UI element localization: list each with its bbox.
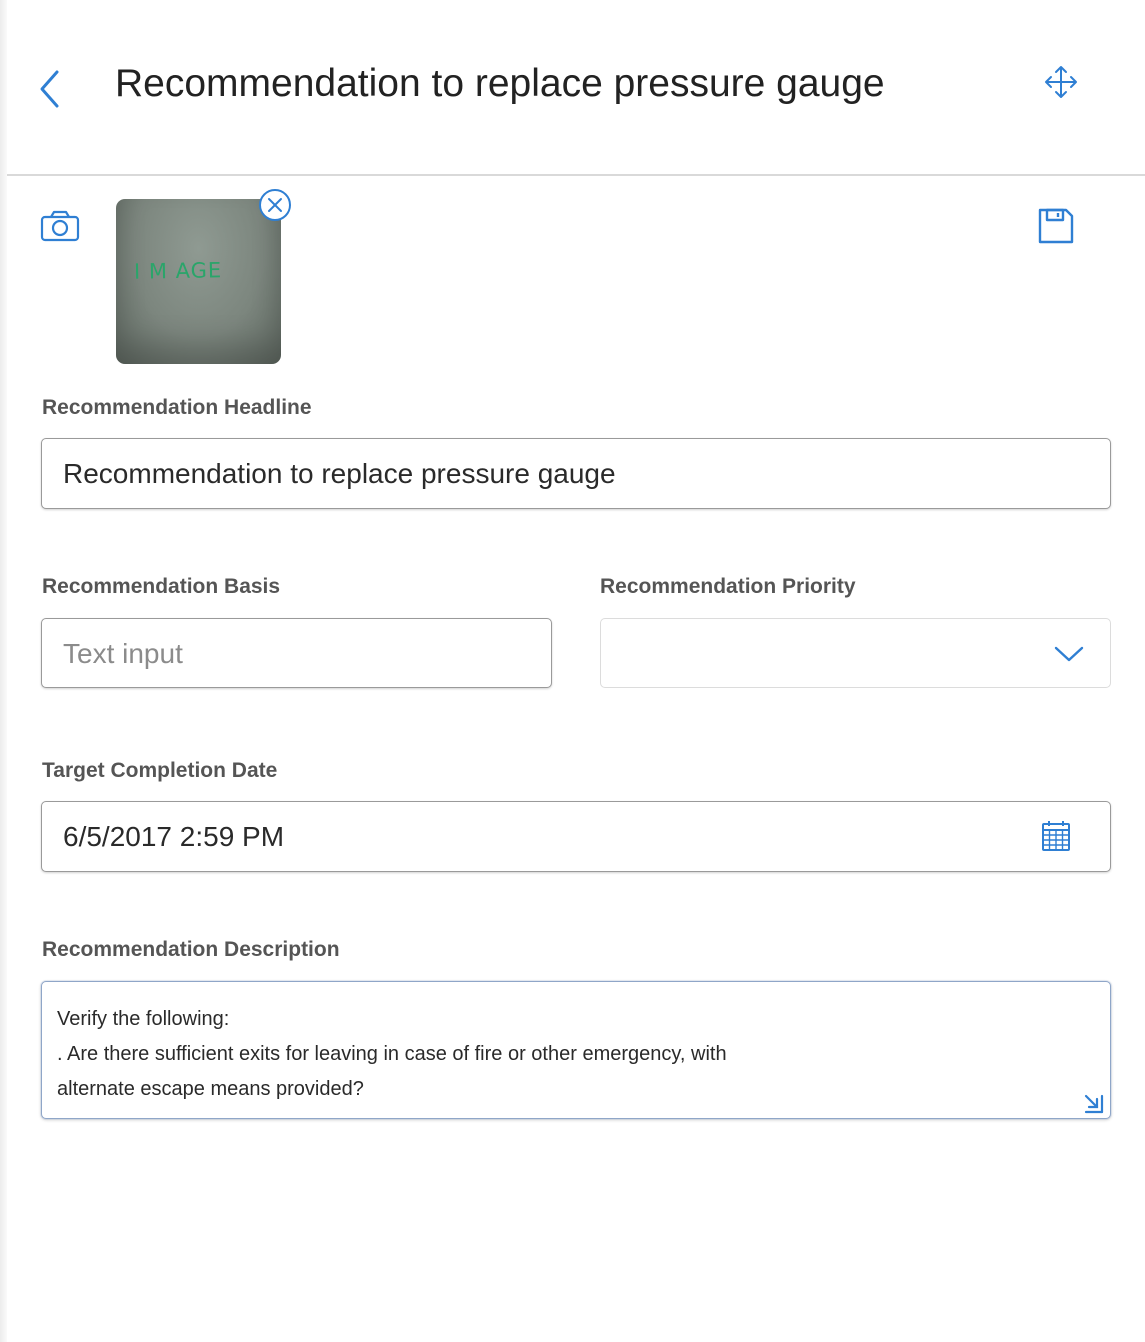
camera-icon: [40, 210, 80, 242]
back-button[interactable]: [33, 66, 73, 112]
basis-placeholder: Text input: [63, 638, 183, 669]
headline-input[interactable]: Recommendation to replace pressure gauge: [41, 438, 1111, 509]
floppy-disk-icon: [1038, 208, 1074, 244]
thumbnail-text: I M AGE: [133, 258, 223, 284]
calendar-button[interactable]: [1040, 819, 1072, 853]
page-title: Recommendation to replace pressure gauge: [115, 62, 885, 105]
move-button[interactable]: [1041, 62, 1081, 102]
chevron-left-icon: [40, 70, 59, 108]
basis-input[interactable]: Text input: [41, 618, 552, 688]
target-date-input[interactable]: 6/5/2017 2:59 PM: [41, 801, 1111, 872]
basis-label: Recommendation Basis: [42, 575, 281, 598]
description-label: Recommendation Description: [42, 938, 340, 961]
save-button[interactable]: [1035, 205, 1077, 247]
priority-label: Recommendation Priority: [600, 575, 856, 598]
headline-value: Recommendation to replace pressure gauge: [63, 458, 616, 489]
description-line: . Are there sufficient exits for leaving…: [57, 1043, 727, 1065]
remove-image-button[interactable]: [257, 187, 293, 223]
header-bar: Recommendation to replace pressure gauge: [7, 0, 1145, 176]
chevron-down-icon: [1054, 646, 1084, 662]
description-line: Verify the following:: [57, 1008, 230, 1030]
resize-handle[interactable]: [1082, 1092, 1104, 1114]
move-arrows-icon: [1045, 66, 1077, 98]
description-line: alternate escape means provided?: [57, 1078, 364, 1100]
headline-label: Recommendation Headline: [42, 396, 312, 419]
image-thumbnail[interactable]: I M AGE: [116, 199, 281, 364]
target-date-value: 6/5/2017 2:59 PM: [63, 821, 285, 852]
close-circle-icon: [259, 189, 291, 221]
target-date-label: Target Completion Date: [42, 759, 278, 782]
resize-arrow-icon: [1084, 1094, 1104, 1114]
panel-edge: [0, 0, 7, 1342]
calendar-icon: [1042, 821, 1070, 851]
description-textarea[interactable]: Verify the following: . Are there suffic…: [41, 981, 1111, 1119]
camera-button[interactable]: [38, 208, 82, 244]
priority-select[interactable]: [600, 618, 1111, 688]
